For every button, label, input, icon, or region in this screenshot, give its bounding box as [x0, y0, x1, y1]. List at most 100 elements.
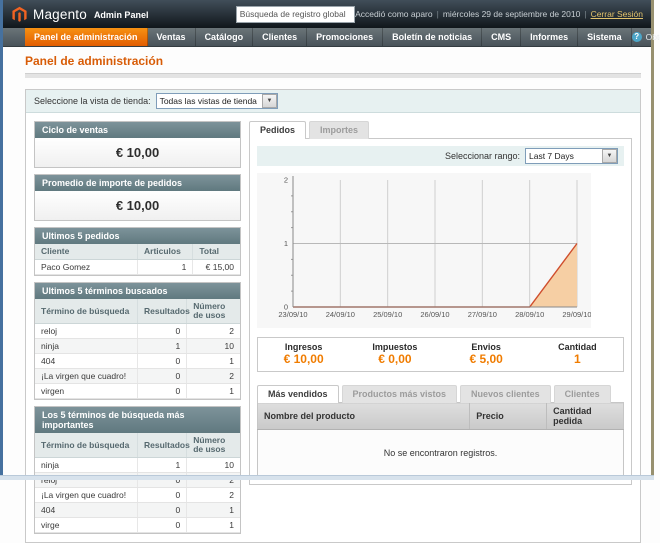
- average-order-card: Promedio de importe de pedidos € 10,00: [34, 174, 241, 221]
- column-header: Articulos: [138, 244, 193, 260]
- magento-logo-icon: [11, 6, 28, 23]
- nav-item-boletin[interactable]: Boletín de noticias: [383, 28, 482, 46]
- last-search-terms-card: Ultimos 5 términos buscados Término de b…: [34, 282, 241, 400]
- column-header-product[interactable]: Nombre del producto: [258, 403, 470, 430]
- browser-window: Magento Admin Panel Accedió como aparo |…: [0, 0, 654, 480]
- table-row[interactable]: 404 0 1: [35, 354, 240, 369]
- store-view-label: Seleccione la vista de tienda:: [34, 96, 151, 106]
- card-value: € 10,00: [35, 191, 240, 220]
- nav-item-informes[interactable]: Informes: [521, 28, 578, 46]
- card-title: Ultimos 5 pedidos: [35, 228, 240, 244]
- dashboard-main: Pedidos Importes Seleccionar rango: Last…: [249, 121, 632, 485]
- table-row[interactable]: virgen 0 1: [35, 384, 240, 399]
- store-view-bar: Seleccione la vista de tienda: Todas las…: [26, 90, 640, 113]
- help-label: Obtener ayuda para esta página: [646, 32, 660, 42]
- column-header: Resultados: [138, 433, 187, 458]
- tab-importes[interactable]: Importes: [309, 121, 369, 139]
- orders-chart: 01223/09/1024/09/1025/09/1026/09/1027/09…: [257, 173, 591, 328]
- column-header: Número de usos: [187, 433, 240, 458]
- stat-ingresos: Ingresos € 10,00: [258, 342, 349, 366]
- svg-text:2: 2: [284, 176, 288, 185]
- card-value: € 10,00: [35, 138, 240, 167]
- column-header: Número de usos: [187, 299, 240, 324]
- tab-pedidos[interactable]: Pedidos: [249, 121, 306, 139]
- last-search-terms-table: Término de búsqueda Resultados Número de…: [35, 299, 240, 399]
- svg-text:27/09/10: 27/09/10: [468, 310, 497, 319]
- nav-item-catalogo[interactable]: Catálogo: [196, 28, 254, 46]
- brand-name: Magento: [33, 7, 87, 22]
- stat-cantidad: Cantidad 1: [532, 342, 623, 366]
- tab-productos-mas-vistos[interactable]: Productos más vistos: [342, 385, 458, 403]
- last-orders-card: Ultimos 5 pedidos Cliente Articulos Tota…: [34, 227, 241, 276]
- card-title: Ciclo de ventas: [35, 122, 240, 138]
- column-header: Término de búsqueda: [35, 433, 138, 458]
- logout-link[interactable]: Cerrar Sesión: [591, 9, 643, 19]
- card-title: Ultimos 5 términos buscados: [35, 283, 240, 299]
- stat-envios: Envios € 5,00: [441, 342, 532, 366]
- table-row[interactable]: reloj 0 2: [35, 324, 240, 339]
- tab-clientes[interactable]: Clientes: [554, 385, 611, 403]
- bestsellers-grid: Nombre del producto Precio Cantidad pedi…: [257, 402, 624, 477]
- nav-item-clientes[interactable]: Clientes: [253, 28, 307, 46]
- page-title: Panel de administración: [25, 54, 641, 68]
- nav-item-cms[interactable]: CMS: [482, 28, 521, 46]
- global-search-input[interactable]: [236, 6, 355, 23]
- nav-item-dashboard[interactable]: Panel de administración: [25, 28, 148, 46]
- last-orders-table: Cliente Articulos Total Paco Gomez 1 € 1…: [35, 244, 240, 275]
- card-title: Promedio de importe de pedidos: [35, 175, 240, 191]
- table-row[interactable]: ninja 1 10: [35, 339, 240, 354]
- question-mark-icon: ?: [632, 32, 642, 42]
- range-label: Seleccionar rango:: [445, 151, 520, 161]
- totals-bar: Ingresos € 10,00 Impuestos € 0,00 Envios…: [257, 337, 624, 372]
- products-tabs: Más vendidos Productos más vistos Nuevos…: [257, 385, 624, 403]
- table-row[interactable]: ¡La virgen que cuadro! 0 2: [35, 369, 240, 384]
- logged-in-as: Accedió como aparo: [355, 9, 433, 19]
- table-row[interactable]: 404 0 1: [35, 503, 240, 518]
- page-content: Panel de administración Seleccione la vi…: [3, 47, 651, 543]
- svg-text:28/09/10: 28/09/10: [515, 310, 544, 319]
- empty-message: No se encontraron registros.: [258, 430, 624, 477]
- svg-text:26/09/10: 26/09/10: [420, 310, 449, 319]
- range-bar: Seleccionar rango: Last 7 Days ▼: [257, 146, 624, 166]
- range-select[interactable]: Last 7 Days ▼: [525, 148, 618, 164]
- chart-tabs: Pedidos Importes: [249, 121, 632, 139]
- column-header-qty[interactable]: Cantidad pedida: [547, 403, 624, 430]
- dashboard-sidebar: Ciclo de ventas € 10,00 Promedio de impo…: [34, 121, 241, 534]
- nav-item-sistema[interactable]: Sistema: [578, 28, 632, 46]
- store-view-select[interactable]: Todas las vistas de tienda ▼: [156, 93, 278, 109]
- magento-brand: Magento Admin Panel: [11, 6, 236, 23]
- user-info: Accedió como aparo | miércoles 29 de sep…: [355, 9, 643, 19]
- help-link[interactable]: ? Obtener ayuda para esta página: [632, 28, 660, 46]
- tab-mas-vendidos[interactable]: Más vendidos: [257, 385, 339, 403]
- svg-text:29/09/10: 29/09/10: [562, 310, 591, 319]
- table-row[interactable]: Paco Gomez 1 € 15,00: [35, 260, 240, 275]
- nav-item-promociones[interactable]: Promociones: [307, 28, 383, 46]
- main-navigation: Panel de administración Ventas Catálogo …: [3, 28, 651, 47]
- nav-item-ventas[interactable]: Ventas: [148, 28, 196, 46]
- chevron-down-icon: ▼: [602, 149, 617, 163]
- current-date: miércoles 29 de septiembre de 2010: [443, 9, 581, 19]
- top-header-bar: Magento Admin Panel Accedió como aparo |…: [3, 0, 651, 28]
- svg-text:24/09/10: 24/09/10: [326, 310, 355, 319]
- window-bottom-edge: [0, 475, 654, 480]
- empty-row: No se encontraron registros.: [258, 430, 624, 477]
- column-header: Resultados: [138, 299, 187, 324]
- column-header: Total: [193, 244, 240, 260]
- column-header-price[interactable]: Precio: [470, 403, 547, 430]
- chevron-down-icon: ▼: [262, 94, 277, 108]
- top-search-terms-card: Los 5 términos de búsqueda más important…: [34, 406, 241, 534]
- table-row[interactable]: ninja 1 10: [35, 458, 240, 473]
- svg-text:25/09/10: 25/09/10: [373, 310, 402, 319]
- svg-text:1: 1: [284, 239, 288, 248]
- title-divider: [25, 73, 641, 78]
- brand-suffix: Admin Panel: [94, 10, 149, 20]
- sales-cycle-card: Ciclo de ventas € 10,00: [34, 121, 241, 168]
- column-header: Término de búsqueda: [35, 299, 138, 324]
- top-search-terms-table: Término de búsqueda Resultados Número de…: [35, 433, 240, 533]
- tab-nuevos-clientes[interactable]: Nuevos clientes: [460, 385, 551, 403]
- card-title: Los 5 términos de búsqueda más important…: [35, 407, 240, 433]
- orders-panel: Seleccionar rango: Last 7 Days ▼ 01223/0…: [249, 138, 632, 485]
- table-row[interactable]: ¡La virgen que cuadro! 0 2: [35, 488, 240, 503]
- table-row[interactable]: virge 0 1: [35, 518, 240, 533]
- column-header: Cliente: [35, 244, 138, 260]
